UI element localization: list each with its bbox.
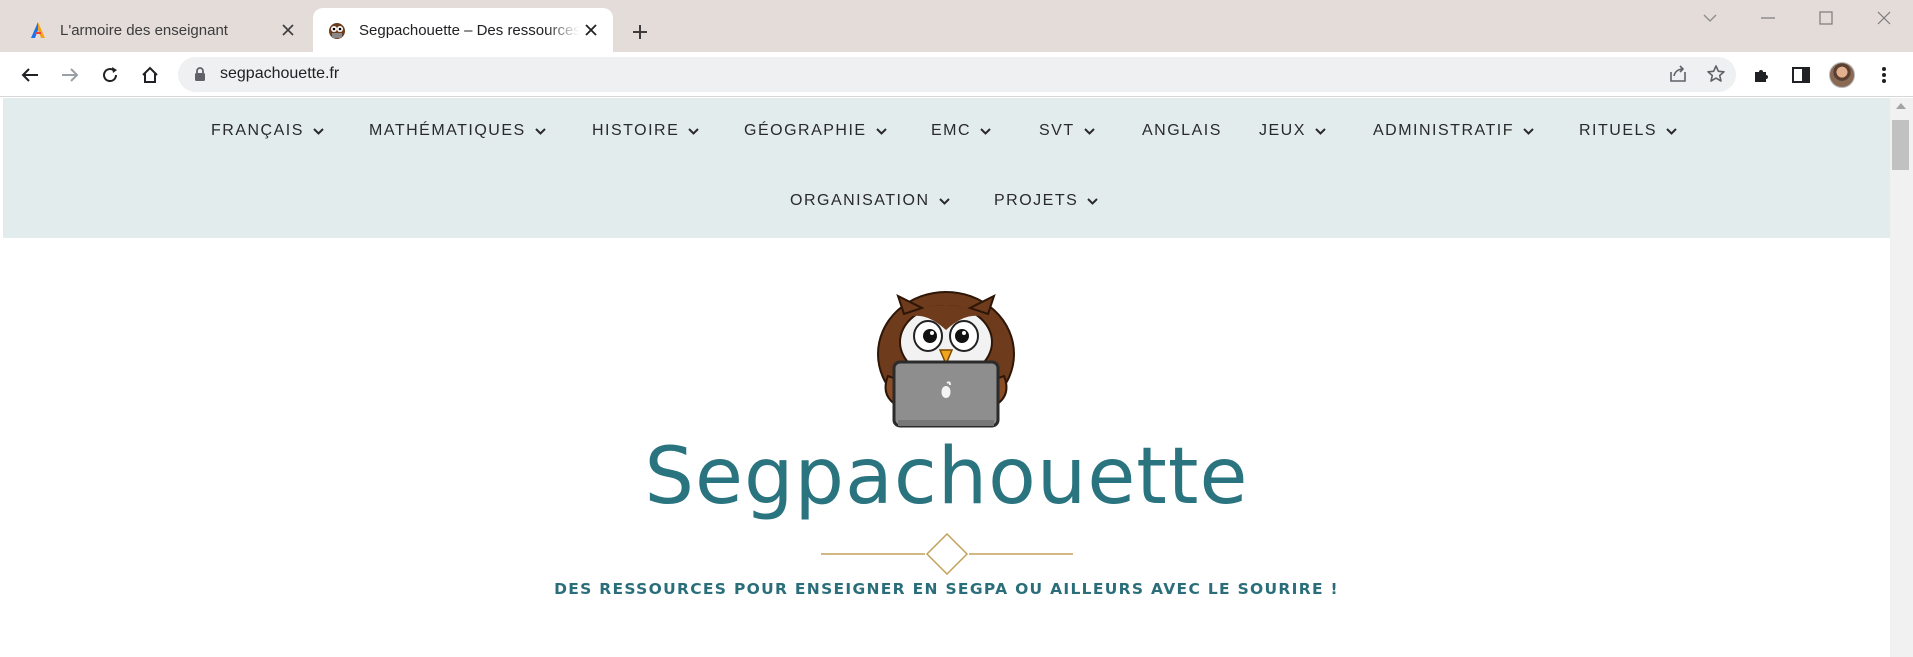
nav-label: PROJETS (994, 192, 1079, 209)
owl-logo[interactable] (874, 286, 1019, 428)
webpage: FRANÇAIS MATHÉMATIQUES HISTOIRE GÉOGRAPH… (3, 98, 1890, 657)
close-tab-icon[interactable] (579, 18, 603, 42)
nav-label: HISTOIRE (592, 122, 680, 139)
window-controls (1681, 0, 1913, 36)
tab-segpachouette[interactable]: Segpachouette – Des ressources pour ense… (313, 8, 613, 52)
nav-mathematiques[interactable]: MATHÉMATIQUES (369, 122, 546, 140)
profile-avatar[interactable] (1829, 62, 1855, 88)
main-navigation: FRANÇAIS MATHÉMATIQUES HISTOIRE GÉOGRAPH… (3, 98, 1890, 238)
diamond-divider (821, 533, 1073, 575)
forward-arrow-icon[interactable] (55, 60, 85, 90)
tab-strip: L'armoire des enseignant Segpachouette –… (0, 0, 1913, 52)
chevron-down-icon (875, 127, 887, 135)
home-icon[interactable] (135, 60, 165, 90)
chevron-down-icon (1315, 127, 1326, 135)
new-tab-button[interactable] (626, 18, 654, 46)
nav-rituels[interactable]: RITUELS (1579, 122, 1677, 140)
bookmark-star-icon[interactable] (1706, 64, 1726, 89)
tab-armoire[interactable]: L'armoire des enseignant (14, 8, 310, 52)
site-tagline: DES RESSOURCES POUR ENSEIGNER EN SEGPA O… (554, 580, 1339, 598)
chevron-down-icon (534, 127, 546, 135)
scrollbar-thumb[interactable] (1892, 120, 1909, 170)
maximize-icon[interactable] (1797, 0, 1855, 36)
nav-histoire[interactable]: HISTOIRE (592, 122, 699, 140)
nav-label: RITUELS (1579, 122, 1658, 139)
nav-geographie[interactable]: GÉOGRAPHIE (744, 122, 887, 140)
more-menu-icon[interactable] (1869, 60, 1899, 90)
letter-a-icon (28, 20, 48, 40)
address-bar[interactable]: segpachouette.fr (178, 57, 1736, 92)
extensions-puzzle-icon[interactable] (1746, 60, 1776, 90)
nav-anglais[interactable]: ANGLAIS (1142, 122, 1222, 140)
reload-icon[interactable] (95, 60, 125, 90)
scroll-up-arrow-icon[interactable] (1896, 103, 1906, 109)
owl-icon (327, 20, 347, 40)
nav-label: ORGANISATION (790, 192, 930, 209)
lock-icon[interactable] (194, 67, 206, 87)
close-tab-icon[interactable] (276, 18, 300, 42)
back-arrow-icon[interactable] (15, 60, 45, 90)
nav-administratif[interactable]: ADMINISTRATIF (1373, 122, 1534, 140)
tab-search-icon[interactable] (1681, 0, 1739, 36)
nav-label: ADMINISTRATIF (1373, 122, 1514, 139)
nav-francais[interactable]: FRANÇAIS (211, 122, 324, 140)
minimize-icon[interactable] (1739, 0, 1797, 36)
chevron-down-icon (313, 127, 324, 135)
tab-title: Segpachouette – Des ressources pour ense… (359, 21, 579, 39)
chevron-down-icon (1666, 127, 1677, 135)
chevron-down-icon (938, 197, 950, 205)
chevron-down-icon (1523, 127, 1534, 135)
close-window-icon[interactable] (1855, 0, 1913, 36)
nav-label: JEUX (1259, 122, 1306, 139)
nav-label: FRANÇAIS (211, 122, 304, 139)
nav-label: ANGLAIS (1142, 122, 1222, 139)
nav-svt[interactable]: SVT (1039, 122, 1095, 140)
nav-label: EMC (931, 122, 972, 139)
nav-projets[interactable]: PROJETS (994, 192, 1099, 210)
nav-label: GÉOGRAPHIE (744, 122, 867, 139)
chevron-down-icon (1087, 197, 1099, 205)
nav-emc[interactable]: EMC (931, 122, 991, 140)
chevron-down-icon (688, 127, 699, 135)
nav-label: MATHÉMATIQUES (369, 122, 526, 139)
tab-title: L'armoire des enseignant (60, 21, 228, 39)
site-title[interactable]: Segpachouette (3, 438, 1890, 516)
url-text[interactable]: segpachouette.fr (220, 65, 339, 83)
side-panel-icon[interactable] (1786, 60, 1816, 90)
nav-organisation[interactable]: ORGANISATION (790, 192, 950, 210)
page-scrollbar[interactable] (1890, 98, 1913, 657)
chevron-down-icon (980, 127, 991, 135)
share-icon[interactable] (1668, 64, 1688, 89)
chevron-down-icon (1083, 127, 1095, 135)
nav-jeux[interactable]: JEUX (1259, 122, 1326, 140)
browser-toolbar: segpachouette.fr (0, 52, 1913, 97)
nav-label: SVT (1039, 122, 1075, 139)
